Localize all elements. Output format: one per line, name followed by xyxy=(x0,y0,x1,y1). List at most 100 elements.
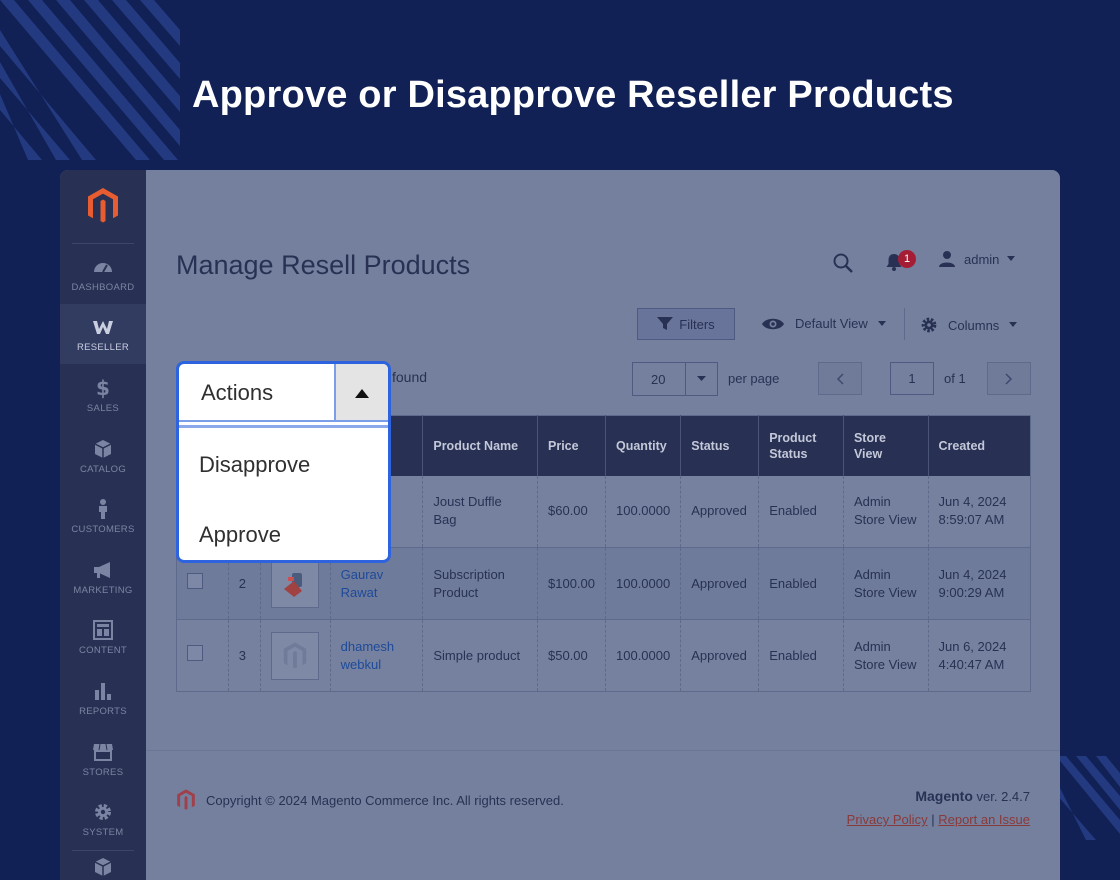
magento-logo-icon xyxy=(177,789,195,810)
box-icon xyxy=(94,858,112,876)
privacy-policy-link[interactable]: Privacy Policy xyxy=(847,812,928,827)
notification-badge: 1 xyxy=(898,250,916,268)
next-page-button[interactable] xyxy=(987,362,1031,395)
action-option-approve[interactable]: Approve xyxy=(179,510,388,558)
filter-icon xyxy=(657,317,674,330)
gear-icon xyxy=(921,317,937,333)
sidebar-item-reports[interactable]: REPORTS xyxy=(60,668,146,728)
sidebar: DASHBOARD RESELLER $ SALES CATALOG CUSTO… xyxy=(60,170,146,880)
column-header-product-name[interactable]: Product Name xyxy=(422,415,538,476)
sidebar-item-catalog[interactable]: CATALOG xyxy=(60,426,146,486)
dropdown-divider xyxy=(179,420,388,422)
sidebar-label: CATALOG xyxy=(79,463,127,475)
storefront-icon xyxy=(93,743,113,761)
caret-down-icon xyxy=(877,320,886,326)
actions-toggle[interactable]: Actions xyxy=(179,364,388,422)
columns-dropdown[interactable]: Columns xyxy=(920,316,1018,334)
sidebar-item-system[interactable]: SYSTEM xyxy=(60,789,146,849)
default-view-label: Default View xyxy=(795,316,868,331)
product-price: $50.00 xyxy=(537,619,606,692)
sidebar-label: SYSTEM xyxy=(82,826,124,838)
records-found: found xyxy=(392,369,428,385)
product-price: $100.00 xyxy=(537,547,606,620)
copyright-text: Copyright © 2024 Magento Commerce Inc. A… xyxy=(206,792,564,808)
sidebar-item-customers[interactable]: CUSTOMERS xyxy=(60,486,146,546)
row-checkbox[interactable] xyxy=(187,645,203,661)
created-date: Jun 6, 2024 4:40:47 AM xyxy=(928,619,1031,692)
svg-text:$: $ xyxy=(96,377,110,399)
decorative-stripes-corner xyxy=(1056,756,1120,840)
actions-dropdown[interactable]: Actions Disapprove Approve xyxy=(176,361,391,563)
per-page-value: 20 xyxy=(651,372,666,387)
product-status: Enabled xyxy=(758,475,844,548)
store-view: Admin Store View xyxy=(843,547,929,620)
prev-page-button[interactable] xyxy=(818,362,862,395)
column-header-store-view[interactable]: Store View xyxy=(843,415,929,476)
reseller-icon xyxy=(93,320,113,334)
column-header-product-status[interactable]: Product Status xyxy=(758,415,844,476)
sidebar-label: STORES xyxy=(82,766,124,778)
footer-links: Privacy Policy | Report an Issue xyxy=(847,812,1030,827)
page-number-input[interactable]: 1 xyxy=(890,362,934,395)
sidebar-label: CUSTOMERS xyxy=(71,523,135,535)
sidebar-item-dashboard[interactable]: DASHBOARD xyxy=(60,244,146,304)
row-id: 3 xyxy=(228,619,261,692)
per-page-label: per page xyxy=(728,371,780,386)
sidebar-label: SALES xyxy=(86,402,120,414)
sidebar-item-content[interactable]: CONTENT xyxy=(60,607,146,667)
product-thumbnail-placeholder[interactable] xyxy=(270,631,319,680)
approval-status: Approved xyxy=(680,547,760,620)
caret-up-icon[interactable] xyxy=(334,364,388,422)
table-row: 3 dhamesh webkul Simple product $50.00 1… xyxy=(176,619,1031,692)
page-title: Manage Resell Products xyxy=(176,250,471,280)
column-header-status[interactable]: Status xyxy=(680,415,760,476)
magento-logo-icon[interactable] xyxy=(60,186,146,230)
caret-down-icon[interactable] xyxy=(685,363,717,395)
sidebar-item-extensions[interactable] xyxy=(60,854,146,880)
sidebar-item-reseller[interactable]: RESELLER xyxy=(60,304,146,364)
column-header-quantity[interactable]: Quantity xyxy=(605,415,682,476)
decorative-stripes xyxy=(0,0,180,160)
product-quantity: 100.0000 xyxy=(605,619,682,692)
footer-version: Magento ver. 2.4.7 xyxy=(915,788,1030,804)
reseller-link[interactable]: dhamesh webkul xyxy=(330,619,424,692)
sidebar-label: DASHBOARD xyxy=(71,281,135,293)
bar-chart-icon xyxy=(95,682,111,700)
default-view-dropdown[interactable]: Default View xyxy=(761,316,886,331)
page-headline: Approve or Disapprove Reseller Products xyxy=(192,74,954,116)
sidebar-label: REPORTS xyxy=(79,705,127,717)
store-view: Admin Store View xyxy=(843,619,929,692)
approval-status: Approved xyxy=(680,475,760,548)
sidebar-item-sales[interactable]: $ SALES xyxy=(60,365,146,425)
sidebar-item-stores[interactable]: STORES xyxy=(60,729,146,789)
megaphone-icon xyxy=(94,561,110,578)
column-header-price[interactable]: Price xyxy=(537,415,606,476)
product-status: Enabled xyxy=(758,619,844,692)
sidebar-label: RESELLER xyxy=(76,341,130,353)
store-view: Admin Store View xyxy=(843,475,929,548)
action-option-disapprove[interactable]: Disapprove xyxy=(179,440,388,488)
created-date: Jun 4, 2024 9:00:29 AM xyxy=(928,547,1031,620)
sidebar-item-marketing[interactable]: MARKETING xyxy=(60,547,146,607)
filters-label: Filters xyxy=(679,316,715,332)
footer-separator: | xyxy=(931,812,935,827)
person-icon xyxy=(99,498,107,519)
product-thumbnail[interactable] xyxy=(270,559,319,608)
sidebar-label: CONTENT xyxy=(78,644,127,656)
report-issue-link[interactable]: Report an Issue xyxy=(938,812,1030,827)
gear-icon xyxy=(95,803,111,820)
thumbnail-cell xyxy=(260,619,331,692)
product-name: Joust Duffle Bag xyxy=(422,475,538,548)
caret-down-icon xyxy=(1007,256,1016,261)
chevron-left-icon xyxy=(836,372,844,385)
row-select-cell xyxy=(176,619,229,692)
search-icon[interactable] xyxy=(832,252,854,274)
filters-button[interactable]: Filters xyxy=(637,308,735,340)
column-header-created[interactable]: Created xyxy=(928,415,1031,476)
user-menu[interactable]: admin xyxy=(938,250,1016,268)
row-checkbox[interactable] xyxy=(187,573,203,589)
footer-divider xyxy=(146,750,1060,751)
per-page-select[interactable]: 20 xyxy=(632,362,718,396)
chevron-right-icon xyxy=(1005,372,1013,385)
version-text: ver. 2.4.7 xyxy=(972,789,1030,804)
